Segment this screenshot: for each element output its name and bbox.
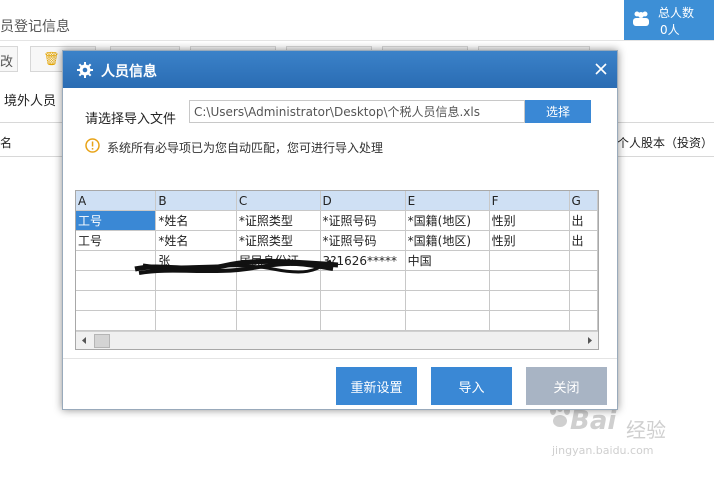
table-cell[interactable] <box>489 250 570 271</box>
table-cell[interactable] <box>569 270 598 291</box>
close-icon[interactable] <box>593 61 609 77</box>
dialog-title: 人员信息 <box>101 64 157 80</box>
table-cell[interactable] <box>405 270 490 291</box>
table-cell[interactable] <box>236 290 321 311</box>
file-path-input[interactable] <box>189 100 525 123</box>
gear-icon <box>77 62 93 78</box>
scroll-right-icon[interactable] <box>581 332 598 349</box>
total-count: 0人 <box>660 23 680 37</box>
table-cell[interactable]: *国籍(地区) <box>405 230 490 251</box>
table-cell[interactable] <box>155 310 237 331</box>
table-row <box>76 290 598 311</box>
table-cell[interactable] <box>489 270 570 291</box>
table-cell[interactable]: 出 <box>569 210 598 231</box>
horizontal-scrollbar[interactable] <box>76 331 598 349</box>
table-cell[interactable] <box>405 290 490 311</box>
table-cell[interactable]: *证照类型 <box>236 230 321 251</box>
column-header[interactable]: G <box>569 191 598 211</box>
table-cell[interactable] <box>405 310 490 331</box>
table-cell[interactable] <box>155 290 237 311</box>
table-cell[interactable]: 中国 <box>405 250 490 271</box>
watermark-cn: 经验 <box>626 418 666 442</box>
column-header[interactable]: C <box>236 191 321 211</box>
column-header[interactable]: B <box>155 191 237 211</box>
table-cell[interactable]: 工号 <box>76 210 157 231</box>
total-label: 总人数 <box>658 6 695 20</box>
table-cell[interactable] <box>76 290 157 311</box>
import-dialog: 人员信息 请选择导入文件 选择 系统所有必导项已为您自动匹配，您可进行导入处理 … <box>62 50 618 410</box>
table-cell[interactable]: *国籍(地区) <box>405 210 490 231</box>
table-cell[interactable] <box>569 290 598 311</box>
tab-foreign-personnel[interactable]: 境外人员 <box>4 90 56 109</box>
table-cell[interactable]: *姓名 <box>155 230 237 251</box>
divider <box>63 358 617 359</box>
people-icon <box>633 11 649 26</box>
table-row: 工号 *姓名 *证照类型 *证照号码 *国籍(地区) 性别 出 <box>76 210 598 231</box>
reset-button[interactable]: 重新设置 <box>336 367 417 405</box>
divider <box>0 40 714 41</box>
watermark-brand: Bai <box>570 406 617 436</box>
table-cell[interactable]: 性别 <box>489 230 570 251</box>
table-cell[interactable] <box>489 290 570 311</box>
table-cell[interactable]: 性别 <box>489 210 570 231</box>
select-file-button[interactable]: 选择 <box>525 100 591 123</box>
table-cell[interactable]: 出 <box>569 230 598 251</box>
table-cell[interactable]: 工号 <box>76 230 157 251</box>
watermark-url: jingyan.baidu.com <box>552 444 654 457</box>
table-row <box>76 310 598 331</box>
table-cell[interactable] <box>320 310 406 331</box>
auto-match-notice: 系统所有必导项已为您自动匹配，您可进行导入处理 <box>107 141 384 155</box>
grid-header-row: A B C D E F G <box>76 191 598 211</box>
table-cell[interactable]: *证照号码 <box>320 230 406 251</box>
close-button[interactable]: 关闭 <box>526 367 607 405</box>
page-title: 员登记信息 <box>0 19 70 35</box>
table-cell[interactable] <box>489 310 570 331</box>
column-header[interactable]: A <box>76 191 157 211</box>
dialog-header: 人员信息 <box>63 51 617 88</box>
file-label: 请选择导入文件 <box>85 112 177 127</box>
column-header[interactable]: E <box>405 191 490 211</box>
table-row: 工号 *姓名 *证照类型 *证照号码 *国籍(地区) 性别 出 <box>76 230 598 251</box>
column-header-name: 名 <box>0 136 13 150</box>
scroll-thumb[interactable] <box>94 334 110 348</box>
warning-icon <box>85 138 100 153</box>
table-cell[interactable] <box>236 310 321 331</box>
trash-icon: 🗑 <box>43 52 60 67</box>
scroll-left-icon[interactable] <box>76 332 93 349</box>
import-button[interactable]: 导入 <box>431 367 512 405</box>
table-cell[interactable]: *姓名 <box>155 210 237 231</box>
column-header[interactable]: F <box>489 191 570 211</box>
column-header-equity: 个人股本（投资） <box>617 136 714 150</box>
table-cell[interactable]: *证照号码 <box>320 210 406 231</box>
column-header[interactable]: D <box>320 191 406 211</box>
table-cell[interactable] <box>569 310 598 331</box>
table-cell[interactable] <box>76 310 157 331</box>
total-count-badge: 总人数 0人 <box>624 0 714 40</box>
redaction-scribble <box>134 258 339 275</box>
toolbar-edit-label: 改 <box>0 55 14 70</box>
table-cell[interactable]: *证照类型 <box>236 210 321 231</box>
table-cell[interactable] <box>320 290 406 311</box>
table-cell[interactable] <box>569 250 598 271</box>
watermark: Bai 经验 jingyan.baidu.com <box>546 400 686 470</box>
